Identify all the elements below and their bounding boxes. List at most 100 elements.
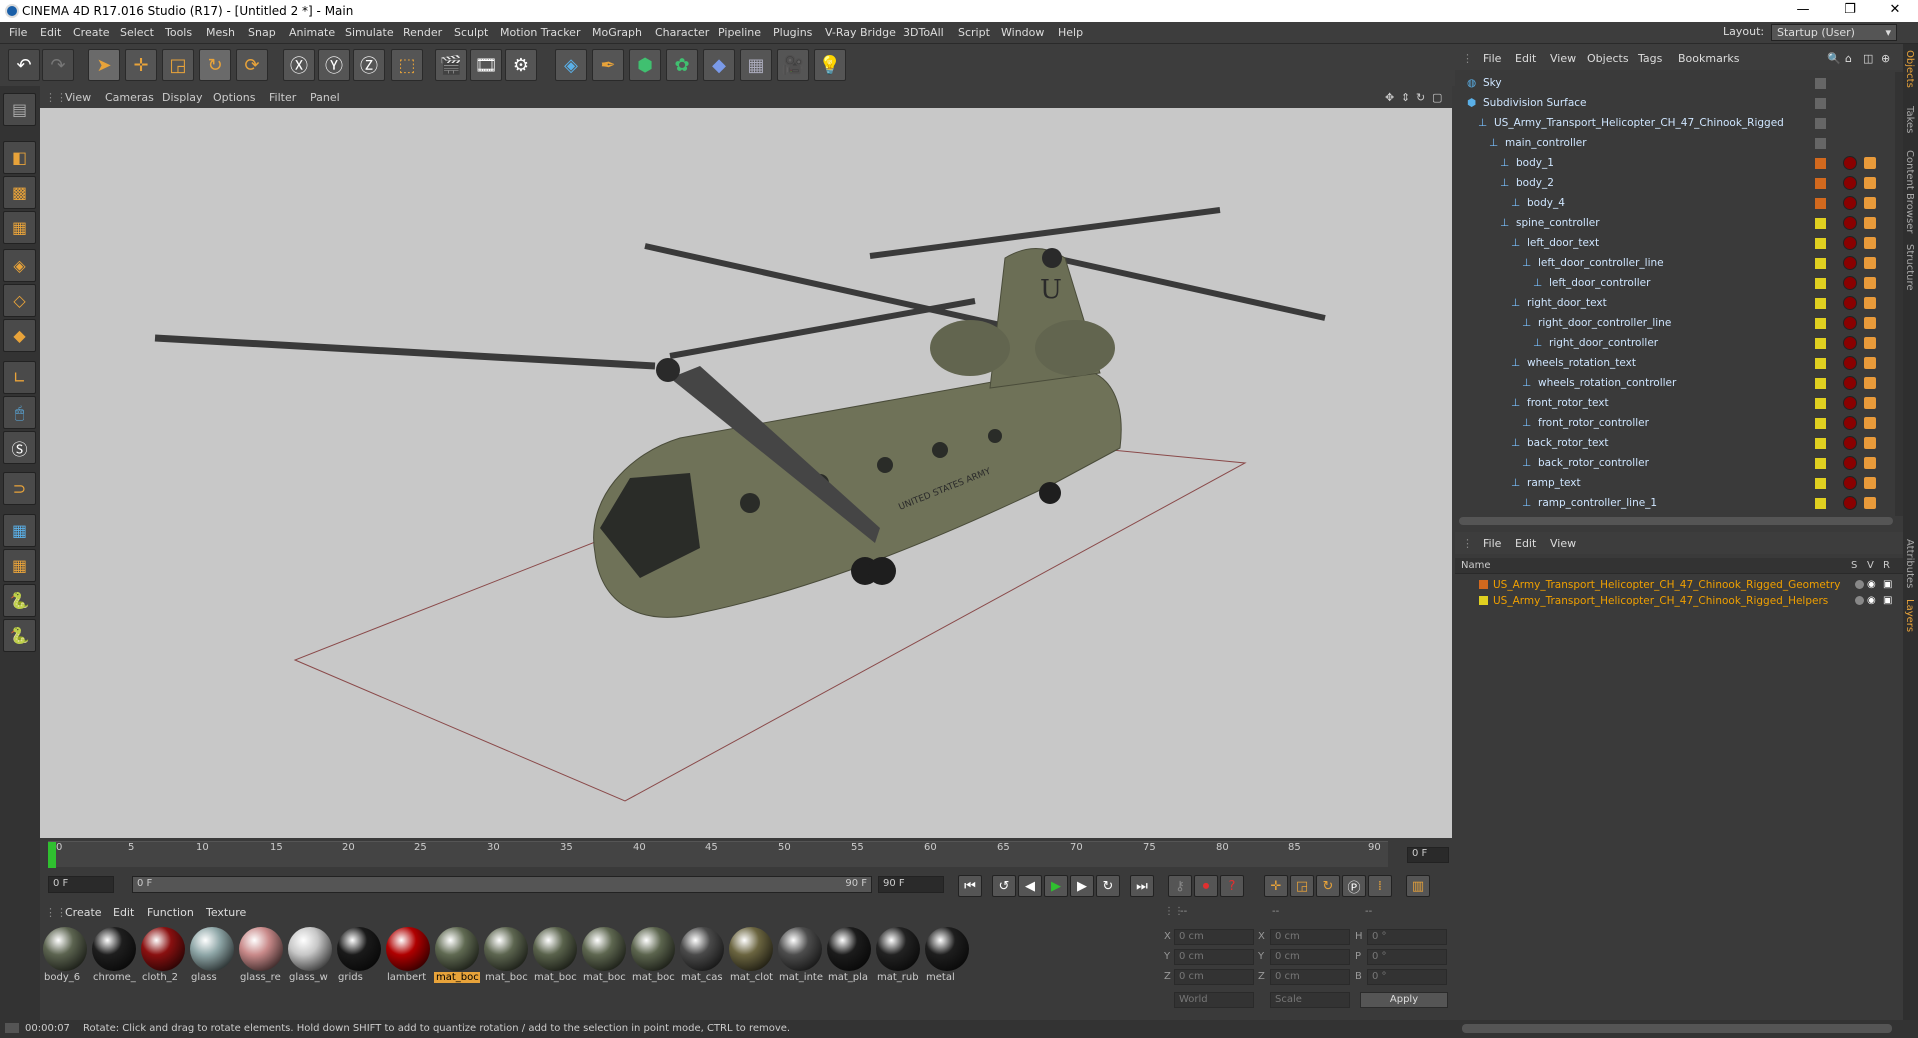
layer-row[interactable]: US_Army_Transport_Helicopter_CH_47_Chino…: [1455, 577, 1903, 593]
points-mode-button[interactable]: ◈: [3, 249, 36, 282]
eye-icon[interactable]: ◉: [1867, 579, 1876, 590]
motion-record-button[interactable]: ⚷: [1168, 875, 1192, 897]
material-swatch[interactable]: lambert: [385, 926, 431, 988]
material-swatch[interactable]: metal: [924, 926, 970, 988]
layer-tag-swatch[interactable]: [1815, 298, 1826, 309]
horizontal-scrollbar[interactable]: [1462, 1024, 1892, 1033]
menu-snap[interactable]: Snap: [248, 26, 276, 39]
texture-tag-icon[interactable]: [1864, 217, 1876, 229]
key-scale-button[interactable]: ◲: [1290, 875, 1314, 897]
material-swatch[interactable]: cloth_2: [140, 926, 186, 988]
material-swatch[interactable]: glass: [189, 926, 235, 988]
add-deformer-button[interactable]: ◆: [703, 49, 735, 81]
layer-menu-file[interactable]: File: [1483, 537, 1501, 550]
material-swatch[interactable]: mat_boc: [581, 926, 627, 988]
material-swatch[interactable]: body_6: [42, 926, 88, 988]
object-row[interactable]: ⊥ body_2: [1459, 174, 1897, 194]
viewport-maximize-icon[interactable]: ▢: [1432, 91, 1442, 104]
material-tag-icon[interactable]: [1843, 296, 1857, 310]
planar-workplane-button[interactable]: ▦: [3, 549, 36, 582]
rotation-h-field[interactable]: 0 °: [1367, 929, 1447, 945]
key-position-button[interactable]: ✛: [1264, 875, 1288, 897]
material-tag-icon[interactable]: [1843, 236, 1857, 250]
material-menu-function[interactable]: Function: [147, 906, 194, 919]
material-tag-icon[interactable]: [1843, 496, 1857, 510]
add-light-button[interactable]: 💡: [814, 49, 846, 81]
material-tag-icon[interactable]: [1843, 396, 1857, 410]
menu-motion-tracker[interactable]: Motion Tracker: [500, 26, 580, 39]
key-rotation-button[interactable]: ↻: [1316, 875, 1340, 897]
side-tab-attributes[interactable]: Attributes: [1904, 539, 1915, 588]
material-swatch[interactable]: mat_boc: [434, 926, 480, 988]
size-y-field[interactable]: 0 cm: [1270, 949, 1350, 965]
x-axis-button[interactable]: Ⓧ: [283, 49, 315, 81]
coordinate-system-button[interactable]: ⬚: [391, 49, 423, 81]
viewport-rotate-icon[interactable]: ↻: [1416, 91, 1425, 104]
add-array-button[interactable]: ✿: [666, 49, 698, 81]
z-axis-button[interactable]: Ⓩ: [353, 49, 385, 81]
object-row[interactable]: ⊥ body_1: [1459, 154, 1897, 174]
redo-button[interactable]: ↷: [42, 49, 74, 81]
layer-tag-swatch[interactable]: [1815, 418, 1826, 429]
magnet-button[interactable]: ⊃: [3, 472, 36, 505]
object-row[interactable]: ⊥ front_rotor_text: [1459, 394, 1897, 414]
viewport-dolly-icon[interactable]: ⇕: [1401, 91, 1410, 104]
edges-mode-button[interactable]: ◇: [3, 284, 36, 317]
texture-tag-icon[interactable]: [1864, 257, 1876, 269]
material-swatch[interactable]: glass_re: [238, 926, 284, 988]
visibility-toggle[interactable]: [1815, 138, 1826, 149]
menu-simulate[interactable]: Simulate: [345, 26, 394, 39]
texture-tag-icon[interactable]: [1864, 497, 1876, 509]
texture-tag-icon[interactable]: [1864, 197, 1876, 209]
snap-button[interactable]: Ⓢ: [3, 431, 36, 464]
side-tab-content-browser[interactable]: Content Browser: [1904, 150, 1915, 233]
texture-tag-icon[interactable]: [1864, 357, 1876, 369]
timeline-window-button[interactable]: ▥: [1406, 875, 1430, 897]
texture-tag-icon[interactable]: [1864, 177, 1876, 189]
position-y-field[interactable]: 0 cm: [1174, 949, 1254, 965]
menu-character[interactable]: Character: [655, 26, 709, 39]
material-swatch[interactable]: mat_inte: [777, 926, 823, 988]
menu-render[interactable]: Render: [403, 26, 442, 39]
object-list-hscrollbar[interactable]: [1459, 517, 1893, 525]
render-settings-button[interactable]: ⚙: [505, 49, 537, 81]
layer-menu-edit[interactable]: Edit: [1515, 537, 1536, 550]
python-script-button-2[interactable]: 🐍: [3, 619, 36, 652]
locked-workplane-button[interactable]: ▦: [3, 514, 36, 547]
material-swatch[interactable]: glass_w: [287, 926, 333, 988]
viewport-menu-filter[interactable]: Filter: [269, 91, 296, 104]
viewport-pan-icon[interactable]: ✥: [1385, 91, 1394, 104]
viewport-menu-view[interactable]: View: [65, 91, 91, 104]
next-key-button[interactable]: ↻: [1096, 875, 1120, 897]
object-row[interactable]: ⊥ left_door_text: [1459, 234, 1897, 254]
object-menu-view[interactable]: View: [1550, 52, 1576, 65]
material-tag-icon[interactable]: [1843, 456, 1857, 470]
side-tab-takes[interactable]: Takes: [1904, 106, 1915, 133]
material-tag-icon[interactable]: [1843, 356, 1857, 370]
y-axis-button[interactable]: Ⓨ: [318, 49, 350, 81]
object-menu-objects[interactable]: Objects: [1587, 52, 1629, 65]
layer-tag-swatch[interactable]: [1815, 158, 1826, 169]
polygons-mode-button[interactable]: ◆: [3, 319, 36, 352]
menu-select[interactable]: Select: [120, 26, 154, 39]
texture-tag-icon[interactable]: [1864, 397, 1876, 409]
object-row[interactable]: ⊥ left_door_controller_line: [1459, 254, 1897, 274]
3d-viewport[interactable]: UNITED STATES ARMY U: [40, 108, 1452, 838]
texture-tag-icon[interactable]: [1864, 337, 1876, 349]
texture-tag-icon[interactable]: [1864, 377, 1876, 389]
add-nurbs-button[interactable]: ⬢: [629, 49, 661, 81]
size-x-field[interactable]: 0 cm: [1270, 929, 1350, 945]
model-mode-button[interactable]: ◧: [3, 141, 36, 174]
object-row[interactable]: ⊥ back_rotor_text: [1459, 434, 1897, 454]
previous-key-button[interactable]: ↺: [992, 875, 1016, 897]
menu-3dtoall[interactable]: 3DToAll: [903, 26, 944, 39]
minimize-button[interactable]: —: [1788, 2, 1818, 17]
material-menu-edit[interactable]: Edit: [113, 906, 134, 919]
object-search-icon[interactable]: 🔍: [1827, 52, 1841, 65]
layer-tag-swatch[interactable]: [1815, 458, 1826, 469]
menu-vray-bridge[interactable]: V-Ray Bridge: [825, 26, 896, 39]
viewport-menu-options[interactable]: Options: [213, 91, 255, 104]
object-home-icon[interactable]: ⌂: [1845, 52, 1852, 65]
object-row[interactable]: ⊥ wheels_rotation_text: [1459, 354, 1897, 374]
coordinate-space-select[interactable]: World: [1174, 992, 1254, 1008]
